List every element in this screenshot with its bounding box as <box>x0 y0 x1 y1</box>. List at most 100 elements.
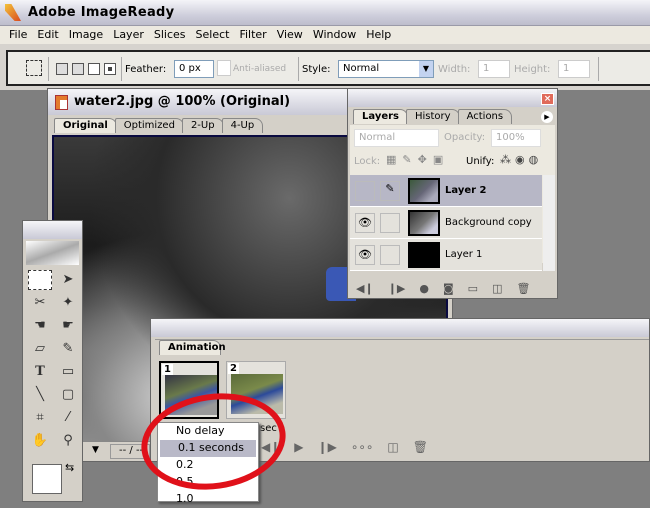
layer-mask-icon[interactable]: ◙ <box>443 282 454 295</box>
feather-logo-icon <box>26 241 79 265</box>
duplicate-frame-icon[interactable]: ◫ <box>387 440 398 454</box>
move-tool-icon[interactable]: ➤ <box>56 270 80 290</box>
unify-icons[interactable]: ⁂◉◍ <box>500 153 542 166</box>
app-title: Adobe ImageReady <box>28 5 175 20</box>
subtract-selection-icon[interactable] <box>88 63 100 75</box>
trash-icon[interactable]: 🗑 <box>516 282 530 295</box>
style-select[interactable]: Normal ▼ <box>338 60 434 78</box>
next-frame-icon[interactable]: ❙▶ <box>388 282 406 295</box>
brush-icon[interactable]: ✎ <box>380 180 400 201</box>
hand-tool-icon[interactable]: ✋ <box>28 431 52 451</box>
slice-select-tool-icon[interactable]: ☛ <box>56 316 80 336</box>
frame-number: 2 <box>228 363 239 374</box>
next-frame-icon[interactable]: ❙▶ <box>318 440 337 454</box>
menu-bar: File Edit Image Layer Slices Select Filt… <box>0 26 650 44</box>
menu-select[interactable]: Select <box>191 26 235 44</box>
zoom-tool-icon[interactable]: ⚲ <box>56 431 80 451</box>
visibility-toggle[interactable] <box>355 180 375 201</box>
menu-slices[interactable]: Slices <box>149 26 191 44</box>
tab-actions[interactable]: Actions <box>457 109 513 124</box>
menu-image[interactable]: Image <box>64 26 108 44</box>
slice-tool-icon[interactable]: ☚ <box>28 316 52 336</box>
layers-palette-title-bar[interactable] <box>348 89 557 107</box>
lasso-tool-icon[interactable]: ✂ <box>28 293 52 313</box>
line-tool-icon[interactable]: ╲ <box>28 385 52 405</box>
rectangle-marquee-tool-icon[interactable] <box>28 270 52 290</box>
swap-colors-icon[interactable]: ⇆ <box>65 461 74 474</box>
eye-icon[interactable]: 👁 <box>355 212 375 233</box>
tab-animation[interactable]: Animation <box>159 340 226 355</box>
tab-history[interactable]: History <box>406 109 460 124</box>
feather-input[interactable]: 0 px <box>174 60 214 78</box>
opacity-input[interactable]: 100% <box>491 129 541 147</box>
tab-layers[interactable]: Layers <box>353 109 408 124</box>
status-menu-arrow-icon[interactable]: ▼ <box>92 445 99 455</box>
layer-thumbnail <box>408 177 440 204</box>
style-value: Normal <box>343 63 380 74</box>
tween-icon[interactable]: ∘∘∘ <box>351 440 374 454</box>
brush-tool-icon[interactable]: ✎ <box>56 339 80 359</box>
eraser-tool-icon[interactable]: ▱ <box>28 339 52 359</box>
magic-wand-tool-icon[interactable]: ✦ <box>56 293 80 313</box>
layers-palette-tabs: Layers History Actions <box>353 109 513 124</box>
lock-label: Lock: <box>354 156 381 167</box>
palette-menu-arrow-icon[interactable]: ▶ <box>541 111 553 123</box>
tab-2-up[interactable]: 2-Up <box>181 118 224 133</box>
new-layer-icon[interactable]: ◫ <box>492 282 502 295</box>
menu-edit[interactable]: Edit <box>32 26 63 44</box>
trash-icon[interactable]: 🗑 <box>413 440 428 454</box>
foreground-color-swatch[interactable] <box>32 464 62 494</box>
feather-value: 0 px <box>179 63 201 74</box>
frame-number: 1 <box>162 364 173 375</box>
options-bar: Feather: 0 px Anti-aliased Style: Normal… <box>0 44 650 90</box>
type-tool-icon[interactable]: T <box>28 362 52 382</box>
intersect-selection-icon[interactable] <box>104 63 116 75</box>
link-toggle[interactable] <box>380 244 400 265</box>
toolbox-title-bar[interactable] <box>23 221 82 239</box>
new-selection-icon[interactable] <box>56 63 68 75</box>
layer-thumbnail <box>408 241 440 268</box>
height-label: Height: <box>514 64 551 75</box>
layers-scrollbar[interactable] <box>543 175 555 271</box>
close-icon[interactable]: × <box>541 93 554 105</box>
layer-name: Background copy <box>445 217 532 228</box>
layer-row[interactable]: ✎ Layer 2 <box>350 175 542 207</box>
marquee-tool-icon[interactable] <box>26 60 42 76</box>
animation-palette-title-bar[interactable] <box>151 319 649 337</box>
feather-label: Feather: <box>125 64 167 75</box>
eye-icon[interactable]: 👁 <box>355 244 375 265</box>
rounded-rectangle-tool-icon[interactable]: ▢ <box>56 385 80 405</box>
new-set-icon[interactable]: ▭ <box>468 282 478 295</box>
status-text: -- / -- <box>119 445 144 456</box>
chevron-down-icon[interactable]: ▼ <box>419 61 433 77</box>
menu-file[interactable]: File <box>4 26 32 44</box>
anti-aliased-checkbox[interactable] <box>217 60 231 76</box>
previous-frame-icon[interactable]: ◀❙ <box>356 282 374 295</box>
layer-row[interactable]: 👁 Layer 1 <box>350 239 542 271</box>
style-label: Style: <box>302 64 331 75</box>
layer-thumbnail <box>408 209 440 236</box>
layer-row[interactable]: 👁 Background copy <box>350 207 542 239</box>
eyedropper-tool-icon[interactable]: ⁄ <box>56 408 80 428</box>
unify-label: Unify: <box>466 156 495 167</box>
layer-effects-icon[interactable]: ● <box>419 282 429 295</box>
add-selection-icon[interactable] <box>72 63 84 75</box>
link-toggle[interactable] <box>380 212 400 233</box>
rectangle-tool-icon[interactable]: ▭ <box>56 362 80 382</box>
tab-4-up[interactable]: 4-Up <box>221 118 264 133</box>
lock-icons[interactable]: ▦✎✥▣ <box>386 153 449 166</box>
menu-help[interactable]: Help <box>361 26 396 44</box>
tab-optimized[interactable]: Optimized <box>114 118 184 133</box>
menu-layer[interactable]: Layer <box>108 26 149 44</box>
blend-mode-select[interactable]: Normal <box>354 129 439 147</box>
width-input[interactable]: 1 <box>478 60 510 78</box>
crop-tool-icon[interactable]: ⌗ <box>28 408 52 428</box>
menu-view[interactable]: View <box>272 26 308 44</box>
menu-filter[interactable]: Filter <box>234 26 271 44</box>
layer-name: Layer 2 <box>445 185 487 196</box>
menu-window[interactable]: Window <box>308 26 361 44</box>
height-value: 1 <box>563 63 570 74</box>
tab-original[interactable]: Original <box>54 118 117 133</box>
height-input[interactable]: 1 <box>558 60 590 78</box>
play-icon[interactable]: ▶ <box>294 440 303 454</box>
